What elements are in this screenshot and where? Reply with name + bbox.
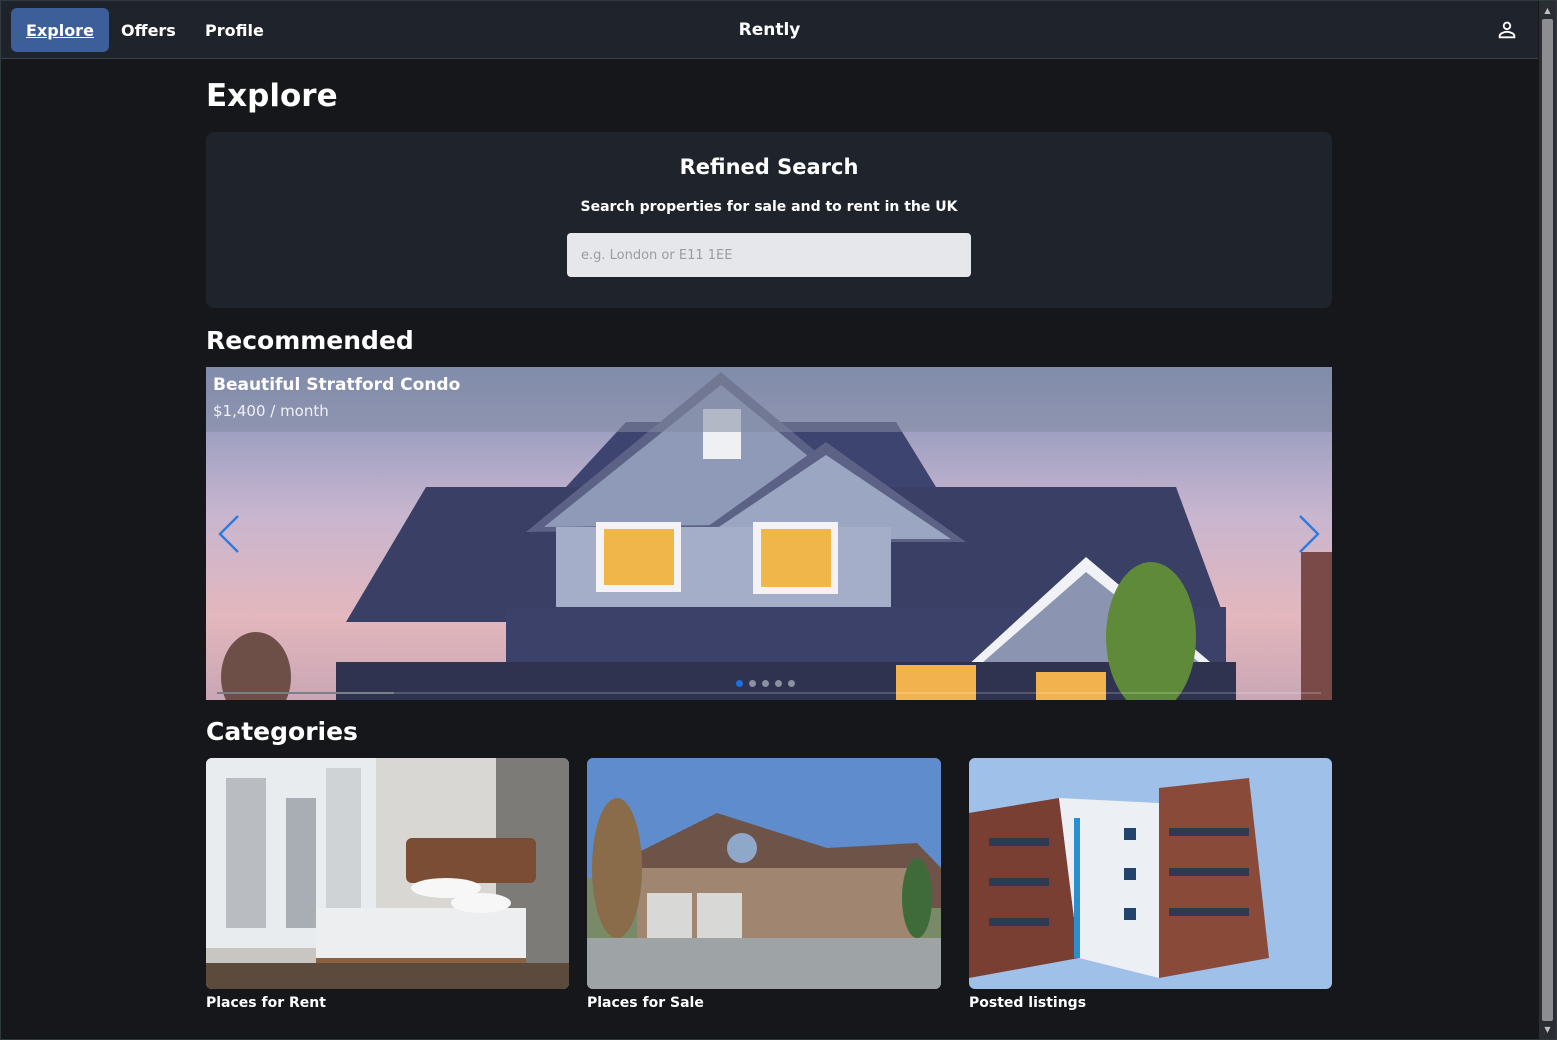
sale-category-image <box>587 758 941 989</box>
slide-caption: Beautiful Stratford Condo $1,400 / month <box>206 367 1332 432</box>
carousel-dot[interactable] <box>788 680 795 687</box>
chevron-left-icon[interactable] <box>214 512 242 556</box>
page-scrollbar[interactable]: ▲ ▼ <box>1539 1 1556 1039</box>
scroll-down-arrow-icon[interactable]: ▼ <box>1539 1021 1556 1037</box>
nav-offers-button[interactable]: Offers <box>106 8 191 52</box>
category-label: Places for Sale <box>587 995 704 1011</box>
top-nav-bar: Explore Offers Profile Rently <box>1 1 1538 59</box>
rent-category-image <box>206 758 569 989</box>
carousel-dot[interactable] <box>736 680 743 687</box>
slide-progress-bar <box>217 692 1321 694</box>
scroll-up-arrow-icon[interactable]: ▲ <box>1539 2 1556 18</box>
recommended-heading: Recommended <box>206 326 414 355</box>
carousel-dot[interactable] <box>762 680 769 687</box>
carousel-dot[interactable] <box>775 680 782 687</box>
category-label: Posted listings <box>969 995 1087 1011</box>
carousel-pagination <box>736 680 795 687</box>
carousel-dot[interactable] <box>749 680 756 687</box>
category-label: Places for Rent <box>206 995 326 1011</box>
categories-heading: Categories <box>206 717 358 746</box>
slide-title: Beautiful Stratford Condo <box>213 375 461 395</box>
category-card-rent[interactable]: Places for Rent <box>206 758 569 1011</box>
scroll-thumb[interactable] <box>1542 19 1553 1021</box>
category-card-posted[interactable]: Posted listings <box>969 758 1332 1011</box>
nav-explore-button[interactable]: Explore <box>11 8 109 52</box>
search-subtitle: Search properties for sale and to rent i… <box>580 199 958 215</box>
chevron-right-icon[interactable] <box>1296 512 1324 556</box>
recommended-carousel[interactable]: Beautiful Stratford Condo $1,400 / month <box>206 367 1332 700</box>
search-title: Refined Search <box>679 155 859 179</box>
page-title: Explore <box>206 78 338 114</box>
refined-search-card: Refined Search Search properties for sal… <box>206 132 1332 308</box>
slide-price: $1,400 / month <box>213 402 329 420</box>
slide-progress-fill <box>217 692 394 694</box>
location-search-input[interactable] <box>567 233 971 277</box>
person-icon[interactable] <box>1496 19 1518 41</box>
posted-category-image <box>969 758 1332 989</box>
nav-profile-button[interactable]: Profile <box>190 8 279 52</box>
category-card-sale[interactable]: Places for Sale <box>587 758 941 1011</box>
